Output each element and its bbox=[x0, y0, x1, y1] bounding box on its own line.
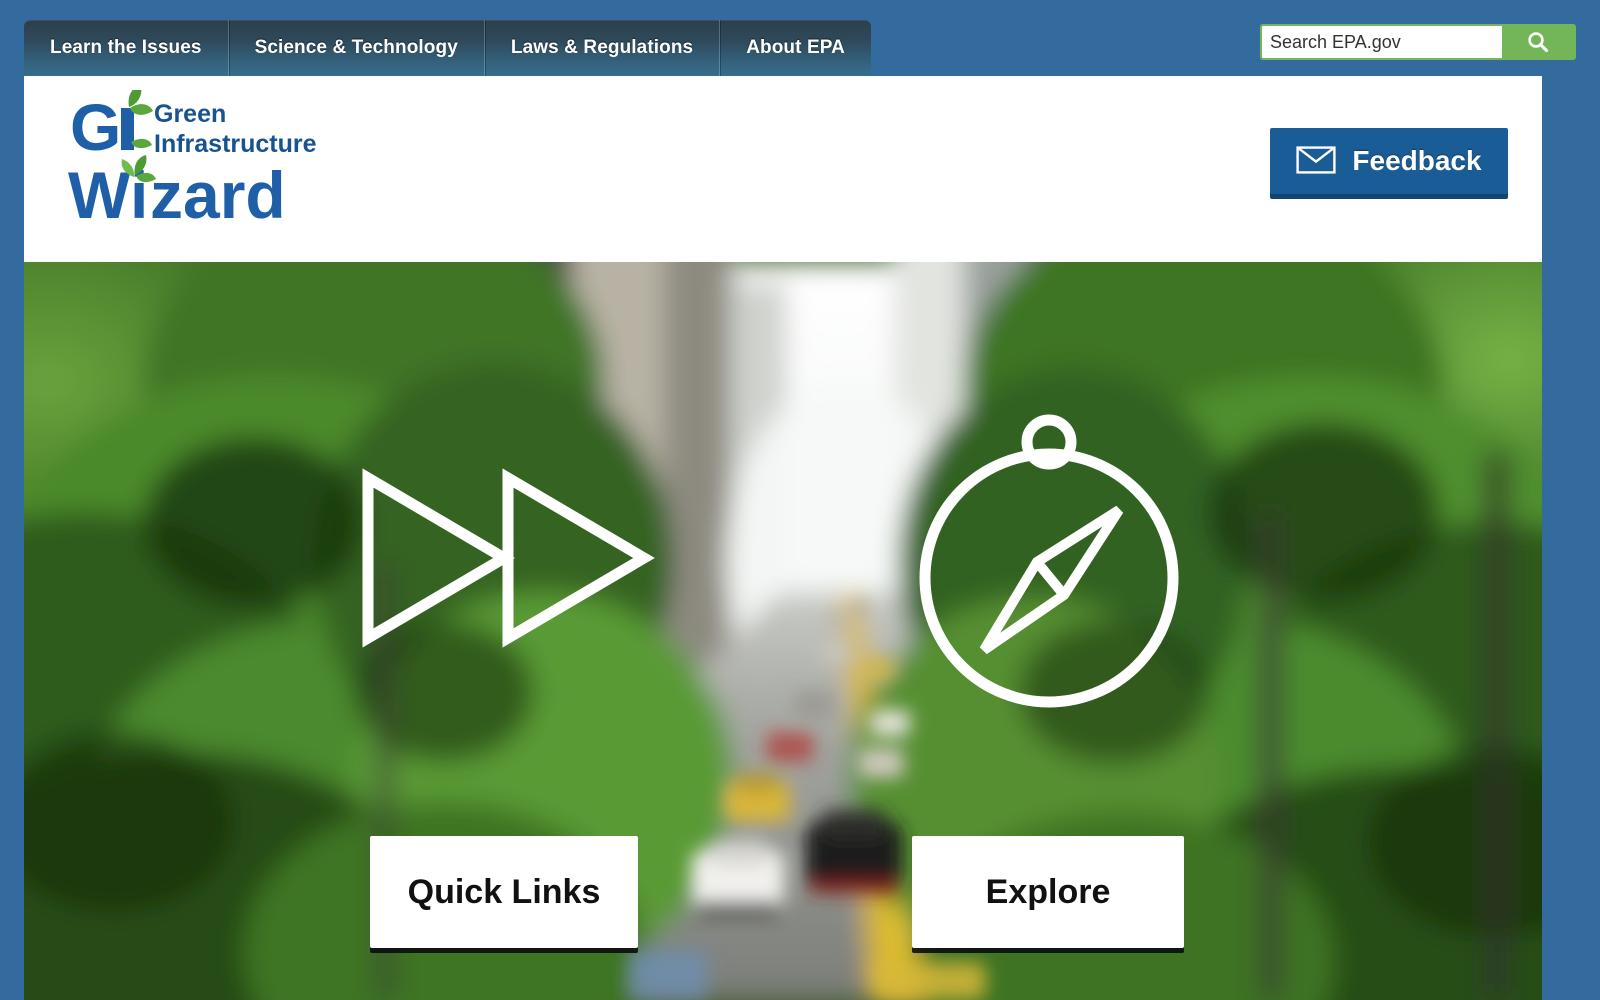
hero-background-image bbox=[24, 262, 1542, 1000]
feedback-button-label: Feedback bbox=[1352, 145, 1482, 176]
quick-links-button[interactable]: Quick Links bbox=[370, 836, 638, 948]
fast-forward-icon[interactable] bbox=[356, 468, 656, 648]
site-logo[interactable]: G Green Infrastructure W i zard bbox=[68, 90, 388, 240]
site-header: G Green Infrastructure W i zard Feedback bbox=[24, 76, 1542, 262]
nav-item-about-epa[interactable]: About EPA bbox=[719, 20, 871, 76]
feedback-button[interactable]: Feedback bbox=[1270, 128, 1508, 194]
global-header-bar: Learn the Issues Science & Technology La… bbox=[0, 0, 1600, 76]
nav-item-laws-and-regulations[interactable]: Laws & Regulations bbox=[483, 20, 719, 76]
envelope-icon bbox=[1296, 145, 1337, 177]
page-root: Learn the Issues Science & Technology La… bbox=[0, 0, 1600, 1000]
global-navigation: Learn the Issues Science & Technology La… bbox=[24, 20, 871, 76]
svg-text:zard: zard bbox=[150, 158, 286, 232]
svg-text:W: W bbox=[68, 158, 131, 232]
hero-banner: Quick Links Explore bbox=[24, 262, 1542, 1000]
svg-text:Green: Green bbox=[154, 100, 226, 128]
svg-text:G: G bbox=[70, 90, 121, 164]
compass-icon[interactable] bbox=[909, 410, 1189, 710]
site-search bbox=[1260, 24, 1576, 60]
nav-item-learn-the-issues[interactable]: Learn the Issues bbox=[24, 20, 228, 76]
nav-item-science-and-technology[interactable]: Science & Technology bbox=[227, 20, 484, 76]
search-button[interactable] bbox=[1502, 26, 1574, 58]
search-input[interactable] bbox=[1262, 26, 1502, 58]
explore-button[interactable]: Explore bbox=[912, 836, 1184, 948]
search-icon bbox=[1525, 29, 1551, 55]
svg-text:Infrastructure: Infrastructure bbox=[154, 130, 317, 158]
